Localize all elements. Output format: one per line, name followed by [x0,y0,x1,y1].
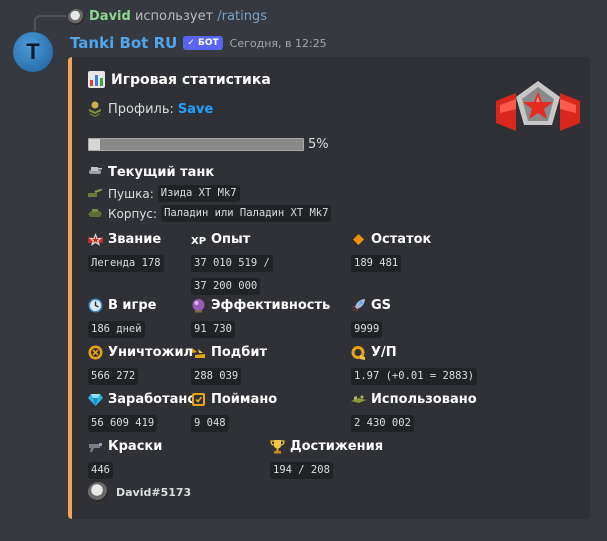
caught-icon [191,392,206,407]
current-tank-title: Текущий танк [108,164,215,180]
field-picked-name: Подбит [211,344,268,360]
field-efficiency-name: Эффективность [211,297,331,313]
message-timestamp: Сегодня, в 12:25 [229,36,327,50]
clock-icon [88,298,103,313]
field-remaining-name: Остаток [371,231,432,247]
field-paints-value: 446 [88,462,113,479]
hull-label: Корпус: [108,206,158,221]
field-caught-value: 9 048 [191,415,229,432]
efficiency-orb-icon [191,298,206,313]
stats-embed: Игровая статистика Профиль: Save 5% Теку… [68,57,590,519]
hull-value: Паладин или Паладин XT Mk7 [161,205,332,222]
bot-name[interactable]: Tanki Bot RU [70,34,177,52]
level-progress-bar [88,138,304,151]
current-tank-heading: Текущий танк [88,164,214,180]
rank-star-icon [88,232,103,247]
field-rank-name: Звание [108,231,162,247]
field-efficiency: Эффективность 91 730 [191,296,330,340]
field-caught-name: Поймано [211,391,278,407]
field-efficiency-value: 91 730 [191,321,235,338]
embed-title: Игровая статистика [111,71,271,88]
turret-value: Изида XT Mk7 [157,185,240,202]
field-picked-value: 288 039 [191,368,242,385]
turret-label: Пушка: [108,186,154,201]
bot-avatar[interactable]: T [13,32,53,72]
rocket-icon [351,298,366,313]
trophy-icon [270,439,285,454]
field-kd-value: 1.97 (+0.01 = 2883) [351,368,478,385]
turret-row: Пушка: Изида XT Mk7 [88,185,240,202]
field-picked: Подбит 288 039 [191,343,267,387]
field-destroyed-value: 566 272 [88,368,139,385]
svg-text:XP: XP [191,236,206,247]
field-gs-name: GS [371,297,392,313]
paint-icon [88,439,103,454]
tank-icon [88,164,102,180]
footer-avatar [88,482,108,502]
kd-icon [351,345,366,360]
reply-context[interactable]: David использует /ratings [0,6,607,31]
profile-row: Профиль: Save [88,101,213,117]
field-used-name: Использовано [371,391,477,407]
field-kd: У/П 1.97 (+0.01 = 2883) [351,343,478,387]
field-destroyed-name: Уничтожил [108,344,194,360]
profile-label: Профиль: [108,101,174,117]
bot-badge: ✓ БОТ [183,36,223,50]
message-header: Tanki Bot RU ✓ БОТ Сегодня, в 12:25 [70,33,327,53]
field-rank-value: Легенда 178 [88,255,164,272]
field-xp-value-line2: 37 200 000 [191,278,261,295]
field-caught: Поймано 9 048 [191,390,277,434]
field-remaining-value: 189 481 [351,255,402,272]
destroyed-icon [88,345,103,360]
field-ingame-name: В игре [108,297,157,313]
field-earned-value: 56 609 419 [88,415,158,432]
field-xp: XP Опыт 37 010 519 / 37 200 000 [191,230,273,297]
field-ingame-value: 186 дней [88,321,145,338]
field-remaining: Остаток 189 481 [351,230,431,274]
field-earned-name: Заработано [108,391,197,407]
field-kd-name: У/П [371,344,397,360]
progress-fill [89,139,100,150]
rank-emblem-icon [496,79,580,139]
embed-title-row: Игровая статистика [88,71,271,88]
reply-user-avatar[interactable] [68,9,84,25]
field-achievements-value: 194 / 208 [270,462,333,479]
field-used: Использовано 2 430 002 [351,390,477,434]
field-achievements: Достижения 194 / 208 [270,437,383,481]
field-earned: Заработано 56 609 419 [88,390,196,434]
bar-chart-icon [88,71,105,88]
field-xp-value-line1: 37 010 519 / [191,255,273,272]
xp-icon: XP [191,232,206,247]
field-used-value: 2 430 002 [351,415,414,432]
hull-row: Корпус: Паладин или Паладин XT Mk7 [88,205,332,222]
reply-text: David использует /ratings [89,9,267,25]
progress-percent: 5% [308,137,329,152]
turret-icon [88,187,102,201]
field-destroyed: Уничтожил 566 272 [88,343,193,387]
hull-icon [88,207,102,221]
hit-icon [191,345,206,360]
field-gs-value: 9999 [351,321,383,338]
field-paints: Краски 446 [88,437,162,481]
footer-text: David#5173 [116,485,192,499]
crystal-icon [88,392,103,407]
bot-avatar-letter: T [26,39,40,64]
field-ingame: В игре 186 дней [88,296,156,340]
field-rank: Звание Легенда 178 [88,230,164,274]
field-gs: GS 9999 [351,296,391,340]
rank-medal-icon [88,101,102,117]
profile-name-link[interactable]: Save [178,102,213,117]
field-achievements-name: Достижения [290,438,384,454]
field-paints-name: Краски [108,438,163,454]
embed-footer: David#5173 [88,482,191,502]
supplies-icon [351,392,366,407]
reply-connector [34,15,66,31]
field-xp-name: Опыт [211,231,251,247]
reply-action: использует [134,9,214,24]
orange-diamond-icon [351,232,366,247]
reply-username[interactable]: David [89,9,131,24]
reply-command[interactable]: /ratings [217,9,267,24]
